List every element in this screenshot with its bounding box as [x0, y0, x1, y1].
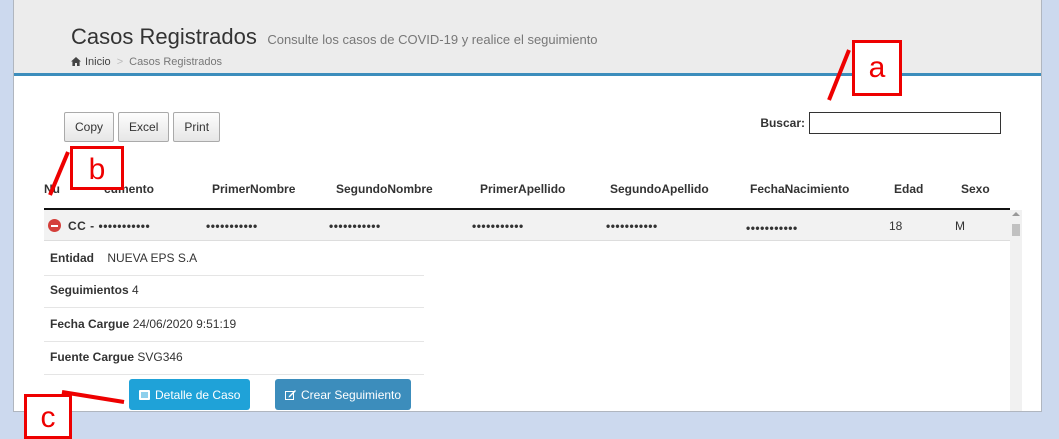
cell-edad: 18 [889, 219, 903, 233]
home-icon [71, 57, 81, 66]
print-button[interactable]: Print [173, 112, 221, 142]
breadcrumb-separator: > [116, 56, 124, 68]
detalle-de-caso-button[interactable]: Detalle de Caso [129, 379, 251, 410]
cell-primer-apellido: ••••••••••• [472, 219, 524, 233]
breadcrumb-home-link[interactable]: Inicio [85, 56, 111, 68]
cell-segundo-apellido: ••••••••••• [606, 219, 658, 233]
detail-seguimientos: Seguimientos 4 [44, 272, 424, 308]
column-header-edad[interactable]: Edad [894, 182, 923, 196]
column-header-primer-apellido[interactable]: PrimerApellido [480, 182, 565, 196]
cell-fecha-nacimiento: ••••••••••• [746, 221, 798, 235]
cell-sexo: M [955, 219, 965, 233]
column-header-fecha-nacimiento[interactable]: FechaNacimiento [750, 182, 849, 196]
breadcrumb: Inicio > Casos Registrados [71, 56, 222, 68]
scroll-up-icon[interactable] [1012, 212, 1020, 216]
export-buttons: Copy Excel Print [64, 112, 221, 142]
detail-fuente-cargue-label: Fuente Cargue [50, 350, 135, 364]
detail-entidad-label: Entidad [50, 251, 94, 265]
list-icon [139, 389, 150, 400]
search-label: Buscar: [760, 116, 805, 130]
column-header-sexo[interactable]: Sexo [961, 182, 990, 196]
cell-primer-nombre: ••••••••••• [206, 219, 258, 233]
column-header-segundo-nombre[interactable]: SegundoNombre [336, 182, 433, 196]
collapse-row-icon[interactable] [48, 219, 61, 232]
page-subtitle: Consulte los casos de COVID-19 y realice… [267, 32, 598, 47]
search-input[interactable] [809, 112, 1001, 134]
edit-icon [285, 389, 296, 400]
detail-fuente-cargue-value: SVG346 [137, 350, 183, 364]
vertical-scrollbar[interactable] [1010, 210, 1022, 411]
detail-entidad: Entidad NUEVA EPS S.A [44, 240, 424, 276]
annotation-a-pointer [827, 49, 851, 101]
scrollbar-thumb[interactable] [1012, 224, 1020, 236]
breadcrumb-current: Casos Registrados [129, 56, 223, 68]
cell-segundo-nombre: ••••••••••• [329, 219, 381, 233]
title-row: Casos Registrados Consulte los casos de … [71, 24, 598, 50]
table-row[interactable]: CC - ••••••••••• ••••••••••• •••••••••••… [44, 210, 1010, 241]
excel-button[interactable]: Excel [118, 112, 170, 142]
detail-seguimientos-value: 4 [132, 283, 139, 297]
column-header-segundo-apellido[interactable]: SegundoApellido [610, 182, 709, 196]
table-header: Nu cumento PrimerNombre SegundoNombre Pr… [44, 178, 1010, 210]
detail-fecha-cargue: Fecha Cargue 24/06/2020 9:51:19 [44, 306, 424, 342]
crear-seguimiento-label: Crear Seguimiento [301, 387, 402, 402]
detail-fecha-cargue-label: Fecha Cargue [50, 317, 130, 331]
cell-documento: CC - ••••••••••• [68, 219, 151, 233]
copy-button[interactable]: Copy [64, 112, 115, 142]
page-title: Casos Registrados [71, 24, 257, 49]
detalle-de-caso-label: Detalle de Caso [155, 387, 241, 402]
annotation-b-label: b [70, 146, 124, 190]
annotation-a-label: a [852, 40, 902, 96]
detail-entidad-value: NUEVA EPS S.A [107, 251, 198, 265]
search-box: Buscar: [760, 112, 1001, 134]
annotation-b-pointer [48, 151, 70, 196]
crear-seguimiento-button[interactable]: Crear Seguimiento [275, 379, 412, 410]
annotation-c-label: c [24, 394, 72, 439]
detail-fecha-cargue-value: 24/06/2020 9:51:19 [132, 317, 237, 331]
detail-seguimientos-label: Seguimientos [50, 283, 129, 297]
detail-fuente-cargue: Fuente Cargue SVG346 [44, 339, 424, 375]
column-header-primer-nombre[interactable]: PrimerNombre [212, 182, 295, 196]
